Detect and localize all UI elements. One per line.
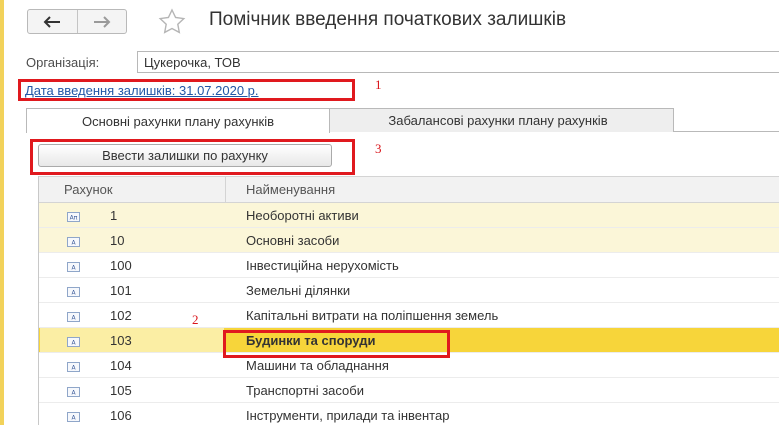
- arrow-right-icon: [93, 15, 111, 28]
- account-icon: A: [67, 335, 80, 347]
- organization-label: Організація:: [26, 55, 100, 70]
- favorite-button[interactable]: [157, 7, 187, 42]
- account-name: Капітальні витрати на поліпшення земель: [246, 308, 499, 323]
- star-icon: [158, 8, 186, 34]
- account-code: 106: [110, 408, 132, 423]
- tab-offbalance-accounts[interactable]: Забалансові рахунки плану рахунків: [322, 108, 674, 132]
- account-code: 103: [110, 333, 132, 348]
- back-button[interactable]: [28, 10, 77, 33]
- account-icon: A: [67, 310, 80, 322]
- account-code: 101: [110, 283, 132, 298]
- account-group-icon: Aπ: [67, 210, 80, 222]
- table-row[interactable]: A 10 Основні засоби: [39, 228, 779, 253]
- annotation-number-2: 2: [192, 312, 199, 327]
- account-name: Інструменти, прилади та інвентар: [246, 408, 450, 423]
- account-name: Машини та обладнання: [246, 358, 389, 373]
- page-title: Помічник введення початкових залишків: [209, 9, 567, 30]
- svg-text:Aπ: Aπ: [70, 215, 78, 222]
- account-name: Транспортні засоби: [246, 383, 364, 398]
- window-left-edge: [0, 0, 4, 425]
- account-icon: A: [67, 410, 80, 422]
- table-row[interactable]: A 105 Транспортні засоби: [39, 378, 779, 403]
- account-code: 10: [110, 233, 125, 248]
- table-row[interactable]: A 101 Земельні ділянки: [39, 278, 779, 303]
- annotation-number-3: 3: [375, 141, 382, 156]
- account-code: 100: [110, 258, 132, 273]
- account-name: Основні засоби: [246, 233, 340, 248]
- account-name: Земельні ділянки: [246, 283, 351, 298]
- column-header-name[interactable]: Найменування: [225, 177, 335, 202]
- navigation-buttons: [27, 9, 127, 34]
- table-row[interactable]: A 100 Інвестиційна нерухомість: [39, 253, 779, 278]
- forward-button[interactable]: [76, 10, 127, 33]
- account-icon: A: [67, 260, 80, 272]
- table-header: Рахунок Найменування: [39, 176, 779, 203]
- account-code: 105: [110, 383, 132, 398]
- account-icon: A: [67, 285, 80, 297]
- tab-main-accounts[interactable]: Основні рахунки плану рахунків: [26, 108, 330, 133]
- annotation-box-1: [18, 79, 355, 101]
- table-row[interactable]: Aπ 1 Необоротні активи: [39, 203, 779, 228]
- annotation-box-2: [223, 330, 450, 358]
- account-icon: A: [67, 385, 80, 397]
- table-row[interactable]: A 102 Капітальні витрати на поліпшення зем…: [39, 303, 779, 328]
- organization-field[interactable]: Цукерочка, ТОВ: [137, 51, 779, 73]
- account-icon: A: [67, 360, 80, 372]
- annotation-number-1: 1: [375, 77, 382, 92]
- column-header-account[interactable]: Рахунок: [64, 182, 113, 197]
- account-name: Інвестиційна нерухомість: [246, 258, 399, 273]
- table-row[interactable]: A 106 Інструменти, прилади та інвентар: [39, 403, 779, 425]
- account-code: 104: [110, 358, 132, 373]
- annotation-box-3: [30, 139, 355, 175]
- account-code: 102: [110, 308, 132, 323]
- account-code: 1: [110, 208, 118, 223]
- account-name: Необоротні активи: [246, 208, 359, 223]
- accounts-table: Рахунок Найменування Aπ 1 Необоротні актив…: [38, 176, 779, 425]
- account-icon: A: [67, 235, 80, 247]
- arrow-left-icon: [43, 15, 61, 28]
